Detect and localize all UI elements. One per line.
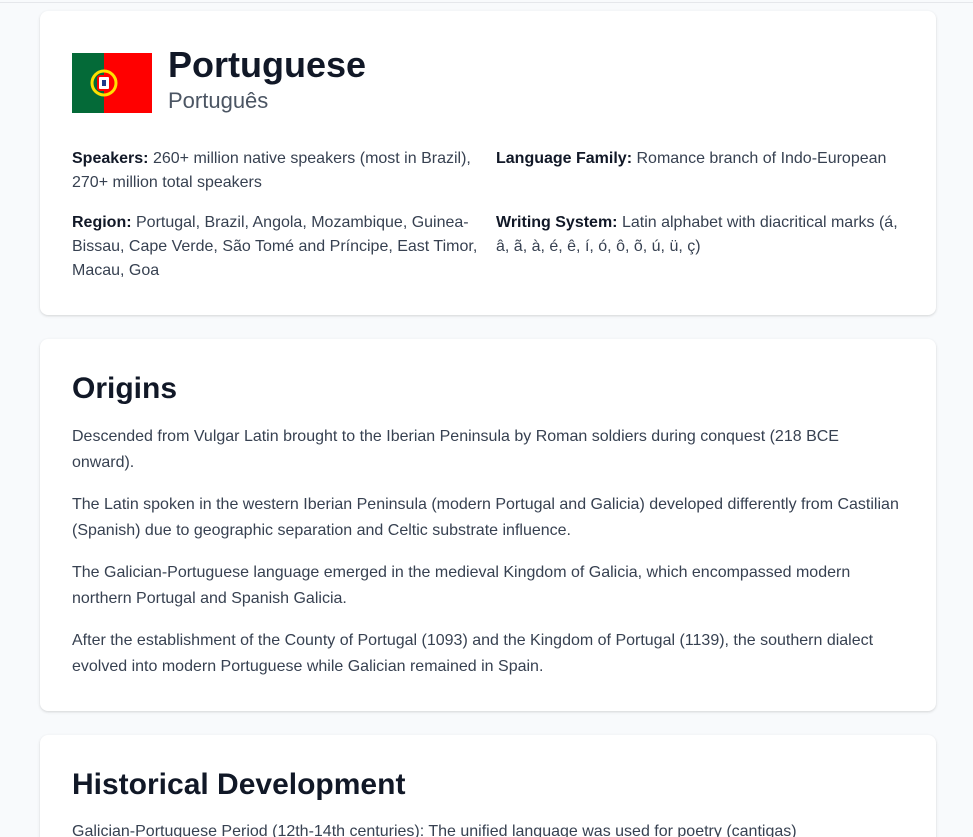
paragraph: Galician-Portuguese Period (12th-14th ce…	[72, 823, 797, 837]
fact-label: Writing System:	[496, 214, 618, 231]
origins-title: Origins	[72, 372, 178, 405]
portugal-flag-icon	[72, 53, 152, 113]
top-border	[0, 0, 973, 3]
paragraph: Descended from Vulgar Latin brought to t…	[72, 428, 839, 471]
origins-card: Origins Descended from Vulgar Latin brou…	[40, 339, 936, 711]
fact-label: Speakers:	[72, 150, 149, 167]
facts-grid: Speakers: 260+ million native speakers (…	[72, 147, 904, 283]
paragraph: After the establishment of the County of…	[72, 632, 874, 675]
fact-speakers: Speakers: 260+ million native speakers (…	[72, 147, 496, 195]
fact-region: Region: Portugal, Brazil, Angola, Mozamb…	[72, 211, 496, 283]
fact-value: Romance branch of Indo-European	[636, 150, 887, 167]
language-name: Portuguese	[168, 44, 367, 85]
fact-writing-system: Writing System: Latin alphabet with diac…	[496, 211, 904, 283]
historical-development-card: Historical Development Galician-Portugue…	[40, 735, 936, 837]
language-heading: Portuguese Português	[72, 45, 366, 116]
origins-paragraphs: Descended from Vulgar Latin brought to t…	[72, 424, 904, 696]
fact-label: Region:	[72, 214, 132, 231]
language-header-card: Portuguese Português Speakers: 260+ mill…	[40, 11, 936, 315]
paragraph: The Galician-Portuguese language emerged…	[72, 564, 851, 607]
fact-label: Language Family:	[496, 150, 633, 167]
fact-family: Language Family: Romance branch of Indo-…	[496, 147, 904, 195]
paragraph: The Latin spoken in the western Iberian …	[72, 496, 899, 539]
native-name: Português	[168, 88, 269, 113]
history-title: Historical Development	[72, 768, 406, 801]
fact-value: Portugal, Brazil, Angola, Mozambique, Gu…	[72, 214, 478, 279]
